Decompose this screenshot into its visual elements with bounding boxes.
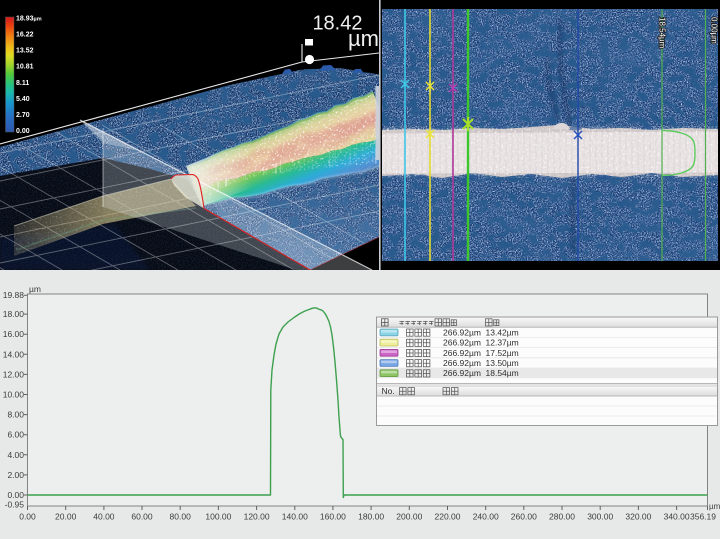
svg-text:13.42µm: 13.42µm — [486, 327, 519, 337]
svg-text:16.22: 16.22 — [16, 31, 34, 38]
svg-text:2.70: 2.70 — [16, 112, 30, 119]
svg-text:19.88: 19.88 — [3, 290, 25, 300]
svg-text:266.92µm: 266.92µm — [443, 358, 481, 368]
svg-text:266.92µm: 266.92µm — [443, 338, 481, 348]
svg-text:300.00: 300.00 — [587, 512, 613, 522]
svg-text:17.52µm: 17.52µm — [486, 348, 519, 358]
svg-text:18.93µm: 18.93µm — [16, 15, 42, 22]
svg-text:13.52: 13.52 — [16, 48, 34, 55]
svg-text:140.00: 140.00 — [282, 512, 308, 522]
svg-text:-0.95: -0.95 — [5, 500, 25, 510]
svg-text:266.92µm: 266.92µm — [443, 327, 481, 337]
svg-text:12.00: 12.00 — [3, 369, 25, 379]
svg-text:356.19: 356.19 — [690, 512, 716, 522]
svg-text:80.00: 80.00 — [170, 512, 192, 522]
svg-text:µm: µm — [29, 284, 41, 294]
svg-text:100.00: 100.00 — [205, 512, 231, 522]
svg-text:6.00: 6.00 — [7, 430, 24, 440]
svg-text:10.81: 10.81 — [16, 64, 34, 71]
svg-text:200.00: 200.00 — [396, 512, 422, 522]
svg-text:12.37µm: 12.37µm — [486, 338, 519, 348]
svg-text:16.00: 16.00 — [3, 329, 25, 339]
svg-text:µm: µm — [348, 26, 379, 51]
svg-text:8.11: 8.11 — [16, 80, 29, 87]
svg-text:8.00: 8.00 — [7, 410, 24, 420]
svg-text:18.00: 18.00 — [3, 309, 25, 319]
svg-text:60.00: 60.00 — [131, 512, 153, 522]
svg-text:340.00: 340.00 — [664, 512, 690, 522]
svg-text:160.00: 160.00 — [320, 512, 346, 522]
svg-text:2.00: 2.00 — [7, 470, 24, 480]
svg-text:20.00: 20.00 — [55, 512, 77, 522]
svg-text:40.00: 40.00 — [93, 512, 115, 522]
svg-text:µm: µm — [709, 502, 720, 511]
svg-text:18.54µm: 18.54µm — [658, 17, 667, 49]
svg-text:220.00: 220.00 — [435, 512, 461, 522]
svg-text:240.00: 240.00 — [473, 512, 499, 522]
svg-text:13.50µm: 13.50µm — [486, 358, 519, 368]
svg-text:0.00: 0.00 — [7, 490, 24, 500]
svg-text:10.00: 10.00 — [3, 390, 25, 400]
svg-text:266.92µm: 266.92µm — [443, 348, 481, 358]
svg-text:120.00: 120.00 — [244, 512, 270, 522]
svg-text:18.54µm: 18.54µm — [486, 368, 519, 378]
svg-text:0.00: 0.00 — [19, 512, 36, 522]
svg-text:5.40: 5.40 — [16, 96, 30, 103]
svg-text:266.92µm: 266.92µm — [443, 368, 481, 378]
svg-text:280.00: 280.00 — [549, 512, 575, 522]
svg-text:4.00: 4.00 — [7, 450, 24, 460]
svg-text:0.00µm: 0.00µm — [710, 17, 719, 44]
svg-text:320.00: 320.00 — [625, 512, 651, 522]
svg-text:0.00: 0.00 — [16, 128, 30, 135]
svg-text:No.: No. — [382, 386, 395, 396]
svg-text:260.00: 260.00 — [511, 512, 537, 522]
svg-text:14.00: 14.00 — [3, 349, 25, 359]
svg-text:180.00: 180.00 — [358, 512, 384, 522]
